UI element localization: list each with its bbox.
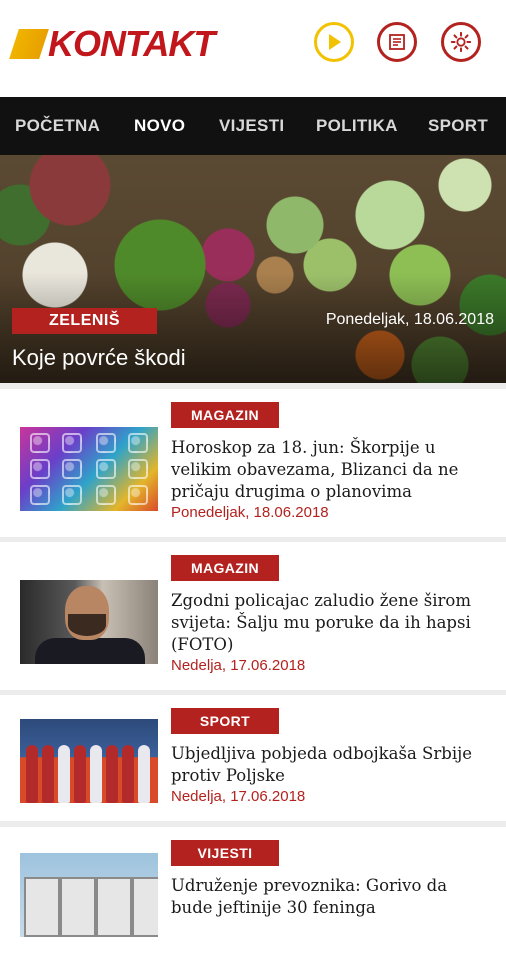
article-card[interactable]: VIJESTI Udruženje prevoznika: Gorivo da … xyxy=(0,827,506,975)
article-title: Udruženje prevoznika: Gorivo da bude jef… xyxy=(171,876,448,917)
category-badge: MAGAZIN xyxy=(171,555,279,581)
tab-pocetna[interactable]: POČETNA xyxy=(15,116,100,136)
tab-novo[interactable]: NOVO xyxy=(134,116,185,136)
gear-icon xyxy=(450,31,472,53)
list-icon xyxy=(389,34,405,50)
article-title: Horoskop za 18. jun: Škorpije u velikim … xyxy=(171,438,459,501)
play-button[interactable] xyxy=(314,22,354,62)
article-card[interactable]: MAGAZIN Horoskop za 18. jun: Škorpije u … xyxy=(0,389,506,537)
article-card[interactable]: SPORT Ubjedljiva pobjeda odbojkaša Srbij… xyxy=(0,695,506,821)
play-icon xyxy=(329,34,341,50)
article-title: Zgodni policajac zaludio žene širom svij… xyxy=(171,591,471,654)
article-thumbnail xyxy=(20,427,158,511)
article-thumbnail xyxy=(20,719,158,803)
hero-date: Ponedeljak, 18.06.2018 xyxy=(325,311,494,328)
category-nav: POČETNA NOVO VIJESTI POLITIKA SPORT xyxy=(0,97,506,155)
category-badge: MAGAZIN xyxy=(171,402,279,428)
hero-title: Koje povrće škodi xyxy=(12,345,186,370)
settings-button[interactable] xyxy=(441,22,481,62)
category-badge: SPORT xyxy=(171,708,279,734)
article-thumbnail xyxy=(20,853,158,937)
article-date: Nedelja, 17.06.2018 xyxy=(171,657,306,674)
category-badge: VIJESTI xyxy=(171,840,279,866)
article-date: Ponedeljak, 18.06.2018 xyxy=(171,504,329,521)
article-date: Nedelja, 17.06.2018 xyxy=(171,788,306,805)
kontakt-logo[interactable]: KONTAKT xyxy=(9,23,215,64)
tab-vijesti[interactable]: VIJESTI xyxy=(219,116,284,136)
news-list-button[interactable] xyxy=(377,22,417,62)
tab-sport[interactable]: SPORT xyxy=(428,116,488,136)
logo-text: KONTAKT xyxy=(48,23,215,64)
hero-category-badge: ZELENIŠ xyxy=(12,308,157,334)
app-header: KONTAKT xyxy=(0,0,506,97)
logo-mark-icon xyxy=(9,29,49,59)
featured-article[interactable]: ZELENIŠ Ponedeljak, 18.06.2018 Koje povr… xyxy=(0,155,506,383)
article-title: Ubjedljiva pobjeda odbojkaša Srbije prot… xyxy=(171,744,472,785)
article-card[interactable]: MAGAZIN Zgodni policajac zaludio žene ši… xyxy=(0,542,506,690)
article-thumbnail xyxy=(20,580,158,664)
tab-politika[interactable]: POLITIKA xyxy=(316,116,398,136)
